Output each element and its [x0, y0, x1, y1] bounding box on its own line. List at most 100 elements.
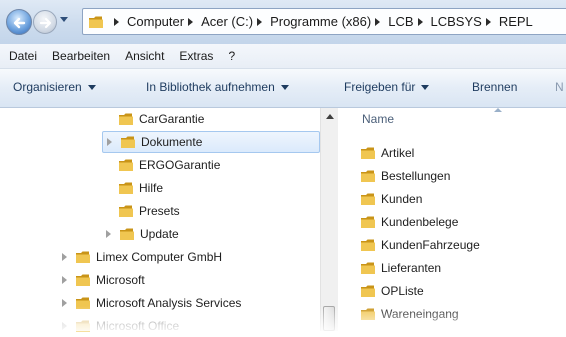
folder-icon	[361, 170, 375, 182]
file-name: Bestellungen	[381, 169, 451, 183]
navigation-scrollbar[interactable]	[320, 108, 338, 331]
list-item[interactable]: Kundenbelege	[360, 211, 458, 233]
list-item[interactable]: Bestellungen	[360, 165, 450, 187]
folder-icon	[89, 16, 103, 28]
breadcrumb-separator[interactable]	[417, 17, 423, 26]
breadcrumb-lcbsys[interactable]: LCBSYS	[431, 14, 482, 29]
breadcrumb-computer[interactable]: Computer	[127, 14, 184, 29]
tree-item-presets[interactable]: Presets	[118, 200, 180, 222]
list-item[interactable]: Wareneingang	[360, 303, 459, 325]
breadcrumb-separator[interactable]	[188, 17, 194, 26]
navigation-pane: CarGarantie Dokumente ERGOGarantie Hilfe…	[0, 108, 320, 333]
organize-label: Organisieren	[13, 80, 82, 94]
command-toolbar: Organisieren In Bibliothek aufnehmen Fre…	[0, 69, 566, 108]
tree-item-label: Limex Computer GmbH	[96, 250, 223, 264]
folder-icon	[361, 285, 375, 297]
breadcrumb-drive[interactable]: Acer (C:)	[201, 14, 253, 29]
back-arrow-icon	[13, 17, 26, 29]
folder-icon	[119, 205, 133, 217]
folder-icon	[119, 159, 133, 171]
breadcrumb-separator[interactable]	[485, 17, 491, 26]
chevron-down-icon	[280, 84, 289, 90]
folder-icon	[361, 193, 375, 205]
folder-icon	[119, 182, 133, 194]
expand-arrow-icon[interactable]	[62, 253, 67, 261]
tree-item-label: Update	[140, 227, 179, 241]
file-name: Kunden	[381, 192, 423, 206]
tree-item-label: Dokumente	[141, 135, 203, 149]
folder-icon	[76, 297, 90, 309]
include-in-library-label: In Bibliothek aufnehmen	[146, 80, 275, 94]
menu-edit[interactable]: Bearbeiten	[46, 49, 116, 63]
list-item[interactable]: OPListe	[360, 280, 424, 302]
tree-item-limex[interactable]: Limex Computer GmbH	[62, 246, 222, 268]
folder-icon	[361, 216, 375, 228]
folder-icon	[76, 274, 90, 286]
file-name: KundenFahrzeuge	[381, 238, 480, 252]
sort-ascending-icon	[494, 108, 502, 112]
menu-bar: Datei Bearbeiten Ansicht Extras ?	[0, 44, 566, 69]
file-name: OPListe	[381, 284, 424, 298]
folder-icon	[361, 262, 375, 274]
include-in-library-button[interactable]: In Bibliothek aufnehmen	[146, 80, 289, 94]
file-name: Artikel	[381, 146, 415, 160]
back-button[interactable]	[6, 9, 32, 35]
expand-arrow-icon[interactable]	[107, 138, 112, 146]
tree-item-cargarantie[interactable]: CarGarantie	[118, 108, 204, 130]
tree-item-label: ERGOGarantie	[139, 158, 221, 172]
expand-arrow-icon[interactable]	[106, 230, 111, 238]
organize-button[interactable]: Organisieren	[13, 80, 96, 94]
new-folder-button[interactable]: N	[555, 80, 564, 94]
tree-item-dokumente[interactable]: Dokumente	[102, 131, 320, 153]
list-item[interactable]: Kunden	[360, 188, 422, 210]
burn-button[interactable]: Brennen	[472, 80, 517, 94]
address-bar-region: Computer Acer (C:) Programme (x86) LCB L…	[0, 0, 566, 44]
breadcrumb-repl[interactable]: REPL	[499, 14, 533, 29]
expand-arrow-icon[interactable]	[62, 276, 67, 284]
folder-icon	[120, 228, 134, 240]
folder-icon	[76, 320, 90, 332]
tree-item-microsoft[interactable]: Microsoft	[62, 269, 145, 291]
expand-arrow-icon[interactable]	[62, 322, 67, 330]
breadcrumb-separator[interactable]	[375, 17, 381, 26]
folder-icon	[76, 251, 90, 263]
breadcrumb-lcb[interactable]: LCB	[388, 14, 413, 29]
forward-arrow-icon	[39, 17, 52, 29]
breadcrumb-separator[interactable]	[257, 17, 263, 26]
list-item[interactable]: Artikel	[360, 142, 414, 164]
breadcrumb-programs[interactable]: Programme (x86)	[270, 14, 371, 29]
folder-icon	[121, 136, 135, 148]
file-name: Wareneingang	[381, 307, 459, 321]
breadcrumb-separator[interactable]	[114, 17, 119, 26]
folder-icon	[361, 239, 375, 251]
scrollbar-thumb[interactable]	[323, 306, 335, 331]
tree-item-microsoft-office[interactable]: Microsoft Office	[62, 315, 179, 337]
new-folder-label: N	[555, 80, 564, 94]
tree-item-ergogarantie[interactable]: ERGOGarantie	[118, 154, 220, 176]
menu-file[interactable]: Datei	[3, 49, 43, 63]
tree-item-label: Presets	[139, 204, 180, 218]
tree-item-label: Hilfe	[139, 181, 164, 195]
folder-icon	[361, 147, 375, 159]
scroll-up-icon[interactable]	[326, 114, 334, 119]
list-item[interactable]: KundenFahrzeuge	[360, 234, 480, 256]
tree-item-update[interactable]: Update	[106, 223, 179, 245]
menu-extras[interactable]: Extras	[173, 49, 219, 63]
forward-button[interactable]	[33, 10, 57, 34]
expand-arrow-icon[interactable]	[62, 299, 67, 307]
tree-item-microsoft-analysis-services[interactable]: Microsoft Analysis Services	[62, 292, 241, 314]
chevron-down-icon	[421, 84, 430, 90]
tree-item-hilfe[interactable]: Hilfe	[118, 177, 163, 199]
column-header-name[interactable]: Name	[362, 112, 394, 126]
folder-icon	[361, 308, 375, 320]
file-name: Lieferanten	[381, 261, 442, 275]
menu-help[interactable]: ?	[222, 49, 241, 63]
file-list-pane: Name Artikel Bestellungen Kunden Kundenb…	[338, 108, 566, 331]
list-item[interactable]: Lieferanten	[360, 257, 441, 279]
file-name: Kundenbelege	[381, 215, 459, 229]
menu-view[interactable]: Ansicht	[119, 49, 170, 63]
address-box[interactable]: Computer Acer (C:) Programme (x86) LCB L…	[82, 8, 566, 35]
share-with-button[interactable]: Freigeben für	[344, 80, 430, 94]
folder-icon	[119, 113, 133, 125]
recent-pages-icon[interactable]	[59, 16, 69, 24]
